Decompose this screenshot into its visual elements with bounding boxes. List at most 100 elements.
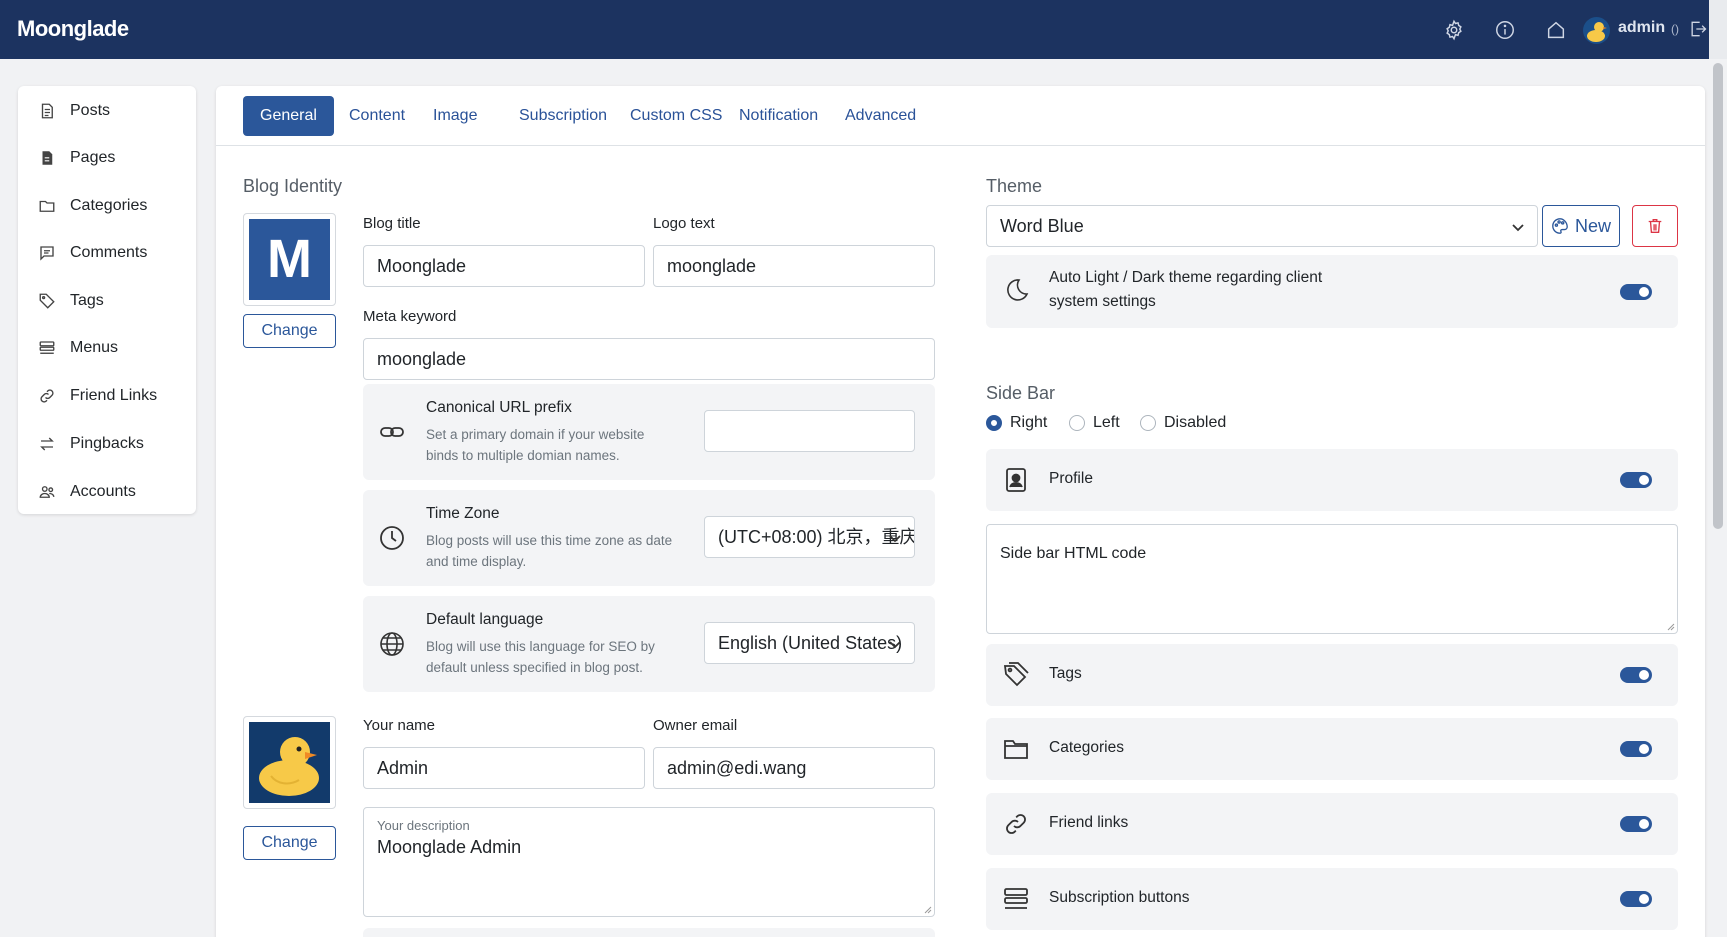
tags-icon	[1003, 662, 1029, 688]
widget-categories-card: Categories	[986, 718, 1678, 780]
chevron-down-icon	[1512, 224, 1524, 232]
gear-icon[interactable]	[1443, 19, 1465, 41]
side-bar-title: Side Bar	[986, 383, 1056, 403]
resize-handle-icon[interactable]	[1667, 623, 1675, 631]
widget-friend-links-toggle[interactable]	[1620, 816, 1652, 832]
widget-label: Categories	[1049, 739, 1124, 756]
widget-label: Profile	[1049, 470, 1093, 487]
widget-label: Friend links	[1049, 814, 1129, 831]
logo-thumbnail: M	[243, 213, 336, 306]
file-icon	[42, 151, 53, 165]
home-icon[interactable]	[1545, 19, 1567, 41]
radio-unchecked-icon	[1069, 415, 1085, 431]
link-icon	[1003, 811, 1029, 837]
sidebar-item-friend-links[interactable]: Friend Links	[38, 384, 157, 408]
sidebar-item-comments[interactable]: Comments	[38, 241, 147, 265]
time-zone-title: Time Zone	[426, 505, 500, 522]
tab-notification[interactable]: Notification	[722, 96, 835, 136]
change-avatar-button[interactable]: Change	[243, 826, 336, 860]
sidebar-item-pages[interactable]: Pages	[38, 146, 115, 170]
sidebar-item-menus[interactable]: Menus	[38, 336, 118, 360]
theme-title: Theme	[986, 176, 1043, 196]
sidebar-item-label: Posts	[70, 102, 111, 119]
owner-email-label: Owner email	[653, 717, 738, 734]
canonical-url-input[interactable]	[704, 410, 915, 452]
logout-icon[interactable]	[1688, 19, 1708, 39]
side-bar-disabled-radio[interactable]: Disabled	[1140, 414, 1226, 432]
blog-identity-title: Blog Identity	[243, 176, 343, 196]
time-zone-desc-2: and time display.	[426, 554, 527, 569]
tab-image[interactable]: Image	[416, 96, 494, 136]
widget-categories-toggle[interactable]	[1620, 741, 1652, 757]
widget-tags-toggle[interactable]	[1620, 667, 1652, 683]
widget-subscription-card: Subscription buttons	[986, 868, 1678, 930]
sidebar-item-label: Categories	[70, 197, 148, 214]
default-language-title: Default language	[426, 611, 544, 628]
default-language-card: Default language Blog will use this lang…	[363, 596, 935, 692]
owner-avatar-frame	[243, 716, 336, 809]
widget-profile-toggle[interactable]	[1620, 472, 1652, 488]
chevron-down-icon	[889, 641, 901, 649]
theme-select[interactable]: Word Blue	[986, 205, 1538, 247]
brand-logo[interactable]: Moonglade	[17, 16, 129, 42]
radio-unchecked-icon	[1140, 415, 1156, 431]
meta-keyword-input[interactable]: moonglade	[363, 338, 935, 380]
tab-subscription[interactable]: Subscription	[502, 96, 624, 136]
tab-general[interactable]: General	[243, 96, 334, 136]
side-bar-right-radio[interactable]: Right	[986, 414, 1047, 432]
user-name[interactable]: admin	[1618, 19, 1665, 37]
sidebar-item-label: Pages	[70, 149, 116, 166]
side-bar-left-radio[interactable]: Left	[1069, 414, 1120, 432]
auto-theme-card: Auto Light / Dark theme regarding client…	[986, 255, 1678, 328]
canonical-desc-1: Set a primary domain if your website	[426, 427, 645, 442]
info-icon[interactable]	[1494, 19, 1516, 41]
side-bar-html-textarea[interactable]: Side bar HTML code	[986, 524, 1678, 634]
widget-label: Tags	[1049, 665, 1082, 682]
blog-title-input[interactable]: Moonglade	[363, 245, 645, 287]
trash-icon	[1648, 219, 1662, 233]
sidebar-item-accounts[interactable]: Accounts	[38, 480, 136, 504]
comment-icon	[40, 246, 54, 261]
file-text-icon	[41, 103, 53, 119]
default-language-select[interactable]: English (United States)	[704, 622, 915, 664]
your-name-input[interactable]: Admin	[363, 747, 645, 789]
new-theme-button[interactable]: New	[1542, 205, 1620, 247]
widget-label: Subscription buttons	[1049, 889, 1190, 906]
sidebar-item-categories[interactable]: Categories	[38, 194, 147, 218]
sidebar-item-label: Friend Links	[70, 387, 158, 404]
blog-title-label: Blog title	[363, 215, 421, 232]
link-icon	[40, 389, 54, 403]
folder-icon	[1003, 736, 1029, 762]
sidebar-item-pingbacks[interactable]: Pingbacks	[38, 432, 144, 456]
profile-icon	[1003, 467, 1029, 493]
people-icon	[39, 486, 55, 498]
canonical-desc-2: binds to multiple domian names.	[426, 448, 620, 463]
default-language-value: English (United States)	[718, 633, 903, 653]
time-zone-select[interactable]: (UTC+08:00) 北京，重庆	[704, 516, 915, 558]
time-zone-value: (UTC+08:00) 北京，重庆	[718, 527, 915, 547]
avatar[interactable]	[1583, 17, 1610, 44]
menu-icon	[39, 341, 55, 354]
widget-profile-card: Profile	[986, 449, 1678, 511]
owner-email-input[interactable]: admin@edi.wang	[653, 747, 935, 789]
tab-content[interactable]: Content	[332, 96, 422, 136]
auto-theme-line1: Auto Light / Dark theme regarding client	[1049, 269, 1323, 286]
resize-handle-icon[interactable]	[924, 906, 932, 914]
tab-advanced[interactable]: Advanced	[828, 96, 933, 136]
next-card	[363, 928, 935, 937]
sidebar-item-posts[interactable]: Posts	[38, 99, 110, 123]
moon-icon	[1003, 277, 1029, 303]
widget-subscription-toggle[interactable]	[1620, 891, 1652, 907]
globe-icon	[379, 631, 405, 657]
scrollbar-thumb[interactable]	[1713, 63, 1723, 529]
sidebar-item-tags[interactable]: Tags	[38, 289, 104, 313]
auto-theme-toggle[interactable]	[1620, 284, 1652, 300]
radio-label: Disabled	[1164, 414, 1227, 431]
tab-custom-css[interactable]: Custom CSS	[613, 96, 739, 136]
description-textarea[interactable]: Your description Moonglade Admin	[363, 807, 935, 917]
clock-icon	[379, 525, 405, 551]
delete-theme-button[interactable]	[1632, 205, 1678, 247]
change-logo-button[interactable]: Change	[243, 314, 336, 348]
logo-text-input[interactable]: moonglade	[653, 245, 935, 287]
user-extra: ()	[1671, 22, 1679, 36]
